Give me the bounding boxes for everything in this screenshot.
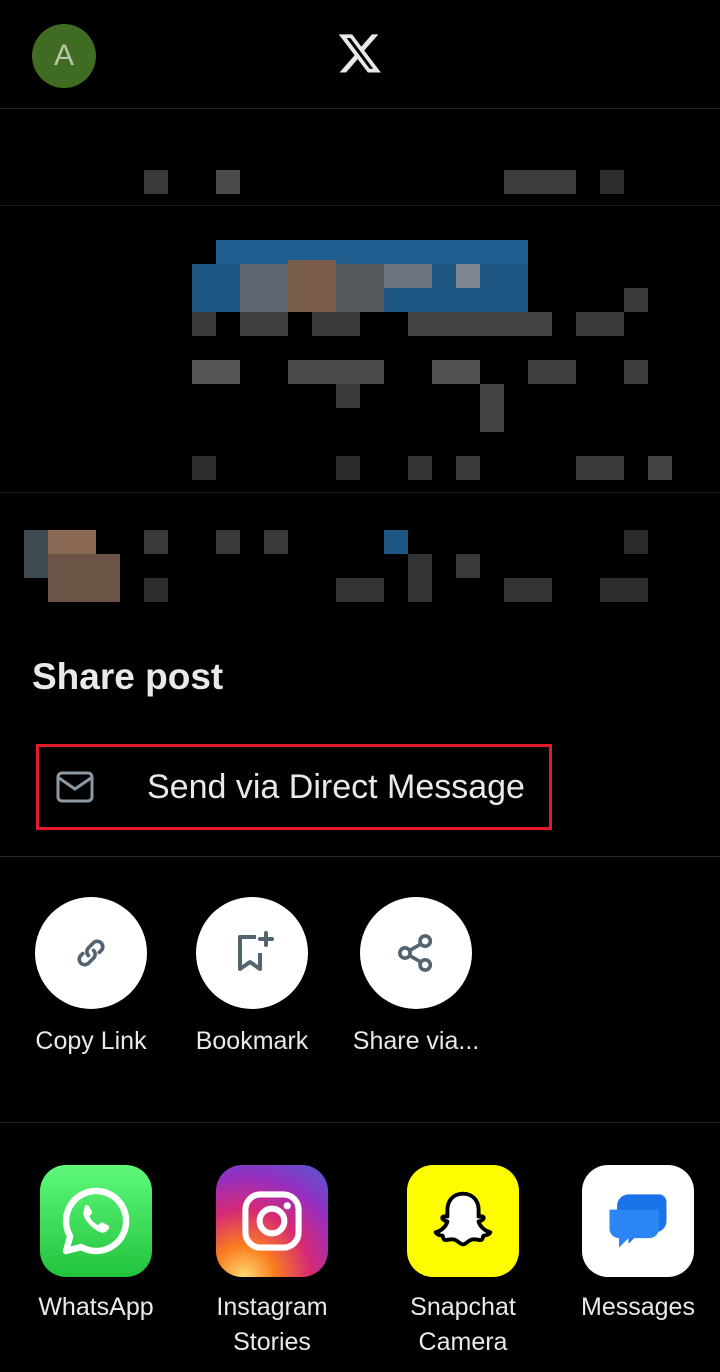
snapchat-icon — [433, 1191, 493, 1247]
bookmark-label: Bookmark — [195, 1027, 309, 1055]
instagram-stories-label: Instagram Stories — [216, 1293, 328, 1356]
instagram-icon — [242, 1191, 302, 1251]
x-logo-icon — [338, 34, 381, 73]
link-icon — [77, 939, 105, 967]
whatsapp-label: WhatsApp — [38, 1293, 154, 1321]
bookmark-button[interactable] — [196, 897, 308, 1009]
avatar[interactable]: A — [32, 24, 96, 88]
share-via-button[interactable] — [360, 897, 472, 1009]
share-via-label: Share via... — [352, 1027, 480, 1055]
share-icon — [398, 934, 433, 972]
bookmark-add-icon — [238, 931, 274, 971]
envelope-icon — [56, 771, 94, 803]
section-divider — [0, 856, 720, 857]
instagram-stories-app-button[interactable] — [216, 1165, 328, 1277]
avatar-initial: A — [53, 39, 74, 72]
snapchat-camera-app-button[interactable] — [407, 1165, 519, 1277]
share-sheet-title: Share post — [32, 656, 224, 697]
blurred-post-content — [0, 110, 720, 630]
messages-label: Messages — [581, 1293, 695, 1321]
whatsapp-app-button[interactable] — [40, 1165, 152, 1277]
copy-link-button[interactable] — [35, 897, 147, 1009]
send-via-direct-message-button[interactable]: Send via Direct Message — [36, 744, 552, 830]
apps-divider — [0, 1122, 720, 1123]
snapchat-camera-label: Snapchat Camera — [410, 1293, 516, 1356]
whatsapp-icon — [62, 1187, 130, 1255]
messages-app-button[interactable] — [582, 1165, 694, 1277]
header-divider — [0, 108, 720, 109]
copy-link-label: Copy Link — [35, 1027, 147, 1055]
messages-icon — [609, 1194, 667, 1248]
direct-message-label: Send via Direct Message — [147, 767, 525, 806]
